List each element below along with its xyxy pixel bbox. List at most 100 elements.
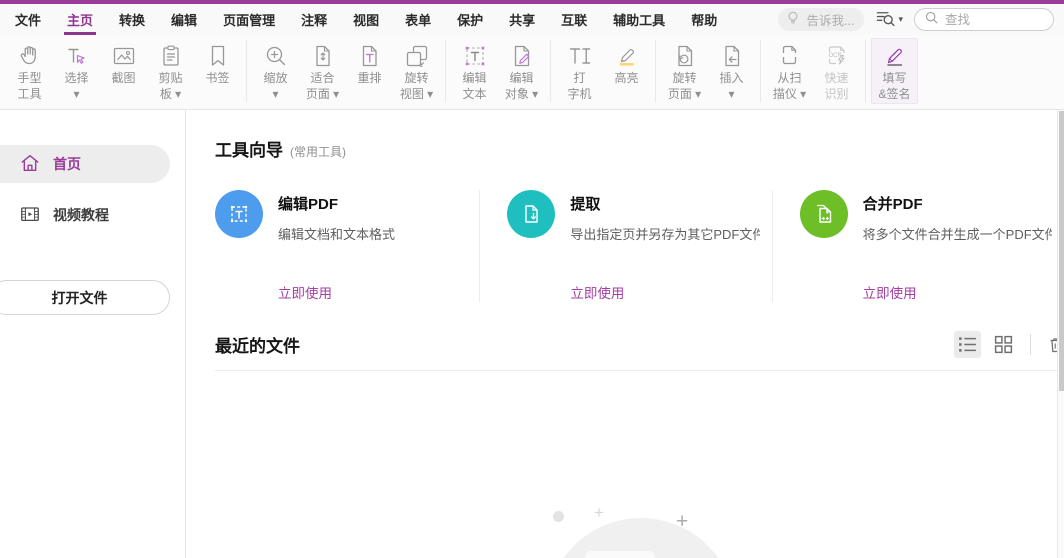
tool-label: 旋转 视图 ▾ <box>399 71 434 101</box>
use-now-link[interactable]: 立即使用 <box>863 282 1052 302</box>
clipboard-tool-button[interactable]: 剪贴板 ▾ <box>147 38 194 104</box>
sidebar-item-video-tutorials[interactable]: 视频教程 <box>0 196 185 234</box>
tool-label: 适合 页面 ▾ <box>305 71 340 101</box>
tool-label: 填写 &签名 <box>878 71 911 101</box>
tab-accessibility[interactable]: 辅助工具 <box>600 4 678 35</box>
bookmark-icon <box>205 41 231 71</box>
list-view-button[interactable] <box>954 331 981 358</box>
tool-cards: 编辑PDF 编辑文档和文本格式 立即使用 提取 导出指定页并另存为其它PDF文件… <box>215 190 1064 302</box>
clipboard-icon <box>158 41 184 71</box>
edit-text-tool-button[interactable]: 编辑 文本 <box>451 38 498 104</box>
card-title: 编辑PDF <box>278 196 339 213</box>
ribbon-group-zoom: 缩放 ▾ 适合 页面 ▾ 重排 旋转 视图 ▾ <box>252 38 440 104</box>
ribbon-toolbar: 手型 工具 选择 ▾ 截图 剪贴板 ▾ 书签 缩放 ▾ 适合 页面 ▾ 重排 旋… <box>0 35 1064 110</box>
empty-state-sparkle-small: + <box>594 503 604 522</box>
home-icon <box>19 152 41 177</box>
quick-ocr-tool-button[interactable]: OCR 快速 识别 <box>813 38 860 104</box>
tab-protect[interactable]: 保护 <box>444 4 496 35</box>
fit-page-tool-button[interactable]: 适合 页面 ▾ <box>299 38 346 104</box>
reflow-tool-button[interactable]: 重排 <box>346 38 393 104</box>
menu-tabs: 文件 主页 转换 编辑 页面管理 注释 视图 表单 保护 共享 互联 辅助工具 … <box>2 4 730 35</box>
edit-object-tool-button[interactable]: 编辑 对象 ▾ <box>498 38 545 104</box>
from-scanner-tool-button[interactable]: 从扫 描仪 ▾ <box>766 38 813 104</box>
select-tool-button[interactable]: 选择 ▾ <box>53 38 100 104</box>
tool-label: 快速 识别 <box>824 71 849 101</box>
card-extract[interactable]: 提取 导出指定页并另存为其它PDF文件 立即使用 <box>479 190 771 302</box>
tool-label: 编辑 对象 ▾ <box>504 71 539 101</box>
view-controls <box>954 331 1064 358</box>
app-body: 首页 视频教程 打开文件 工具向导 (常用工具) 编辑PDF 编辑文档和文本格式 <box>0 110 1064 558</box>
tool-label: 选择 ▾ <box>64 71 89 101</box>
card-description: 将多个文件合并生成一个PDF文件 <box>862 227 1052 242</box>
insert-pages-tool-button[interactable]: 插入 ▾ <box>708 38 755 104</box>
empty-state-document <box>585 551 655 558</box>
grid-view-button[interactable] <box>990 331 1017 358</box>
typewriter-tool-button[interactable]: 打字机 <box>556 38 603 104</box>
tab-convert[interactable]: 转换 <box>106 4 158 35</box>
tab-view[interactable]: 视图 <box>340 4 392 35</box>
rotate-pages-tool-button[interactable]: 旋转 页面 ▾ <box>661 38 708 104</box>
use-now-link[interactable]: 立即使用 <box>278 282 395 302</box>
ribbon-separator <box>246 40 247 102</box>
snapshot-tool-button[interactable]: 截图 <box>100 38 147 104</box>
tool-label: 手型 工具 <box>17 71 42 101</box>
tool-label: 高亮 <box>614 71 639 85</box>
card-description: 编辑文档和文本格式 <box>278 227 396 242</box>
ribbon-group-comment: 打字机 高亮 <box>556 38 650 104</box>
tools-section-header: 工具向导 (常用工具) <box>215 136 1064 161</box>
rotate-pages-icon <box>672 41 698 71</box>
bookmark-tool-button[interactable]: 书签 <box>194 38 241 104</box>
typewriter-icon <box>567 41 593 71</box>
tab-form[interactable]: 表单 <box>392 4 444 35</box>
sidebar-item-home[interactable]: 首页 <box>0 145 170 183</box>
advanced-search-button[interactable]: ▾ <box>873 7 905 33</box>
highlight-tool-button[interactable]: 高亮 <box>603 38 650 104</box>
find-input[interactable] <box>945 12 1044 27</box>
sidebar-item-label: 视频教程 <box>53 207 109 223</box>
tab-home[interactable]: 主页 <box>54 4 106 35</box>
ribbon-separator <box>445 40 446 102</box>
card-body: 编辑PDF 编辑文档和文本格式 立即使用 <box>278 190 395 302</box>
reflow-icon <box>357 41 383 71</box>
zoom-tool-button[interactable]: 缩放 ▾ <box>252 38 299 104</box>
svg-text:OCR: OCR <box>828 53 842 59</box>
tab-page-manage[interactable]: 页面管理 <box>210 4 288 35</box>
card-body: 提取 导出指定页并另存为其它PDF文件 立即使用 <box>570 190 759 302</box>
fill-sign-pen-icon <box>882 41 908 71</box>
card-edit-pdf[interactable]: 编辑PDF 编辑文档和文本格式 立即使用 <box>215 190 479 302</box>
card-title: 提取 <box>570 196 601 213</box>
menubar-right: 告诉我... ▾ <box>777 7 1054 33</box>
fill-sign-tool-button[interactable]: 填写 &签名 <box>871 38 918 104</box>
tab-share[interactable]: 共享 <box>496 4 548 35</box>
tool-label: 缩放 ▾ <box>263 71 288 101</box>
sidebar-item-label: 首页 <box>53 156 81 172</box>
find-box[interactable] <box>914 8 1054 31</box>
tell-me-button[interactable]: 告诉我... <box>777 8 865 31</box>
merge-pdf-icon <box>799 190 848 238</box>
vertical-scrollbar[interactable] <box>1057 110 1064 558</box>
recent-files-header: 最近的文件 <box>215 331 1064 358</box>
tab-help[interactable]: 帮助 <box>678 4 730 35</box>
snapshot-icon <box>111 41 137 71</box>
ribbon-group-pages: 旋转 页面 ▾ 插入 ▾ <box>661 38 755 104</box>
card-body: 合并PDF 将多个文件合并生成一个PDF文件 立即使用 <box>863 190 1052 302</box>
highlighter-icon <box>614 41 640 71</box>
open-file-button[interactable]: 打开文件 <box>0 280 170 315</box>
tab-comment[interactable]: 注释 <box>288 4 340 35</box>
tab-connect[interactable]: 互联 <box>548 4 600 35</box>
empty-state-dot <box>553 511 564 522</box>
hand-tool-button[interactable]: 手型 工具 <box>6 38 53 104</box>
ribbon-group-edit: 编辑 文本 编辑 对象 ▾ <box>451 38 545 104</box>
tab-file[interactable]: 文件 <box>2 4 54 35</box>
extract-icon <box>507 190 556 238</box>
card-merge-pdf[interactable]: 合并PDF 将多个文件合并生成一个PDF文件 立即使用 <box>771 190 1064 302</box>
main-content: 工具向导 (常用工具) 编辑PDF 编辑文档和文本格式 立即使用 提取 导出指定… <box>185 110 1064 558</box>
insert-page-icon <box>719 41 745 71</box>
tools-section-title: 工具向导 <box>215 141 283 160</box>
use-now-link[interactable]: 立即使用 <box>570 282 759 302</box>
view-separator <box>1030 334 1031 355</box>
scrollbar-thumb[interactable] <box>1059 111 1064 391</box>
tab-edit[interactable]: 编辑 <box>158 4 210 35</box>
tell-me-label: 告诉我... <box>806 14 855 28</box>
rotate-view-tool-button[interactable]: 旋转 视图 ▾ <box>393 38 440 104</box>
